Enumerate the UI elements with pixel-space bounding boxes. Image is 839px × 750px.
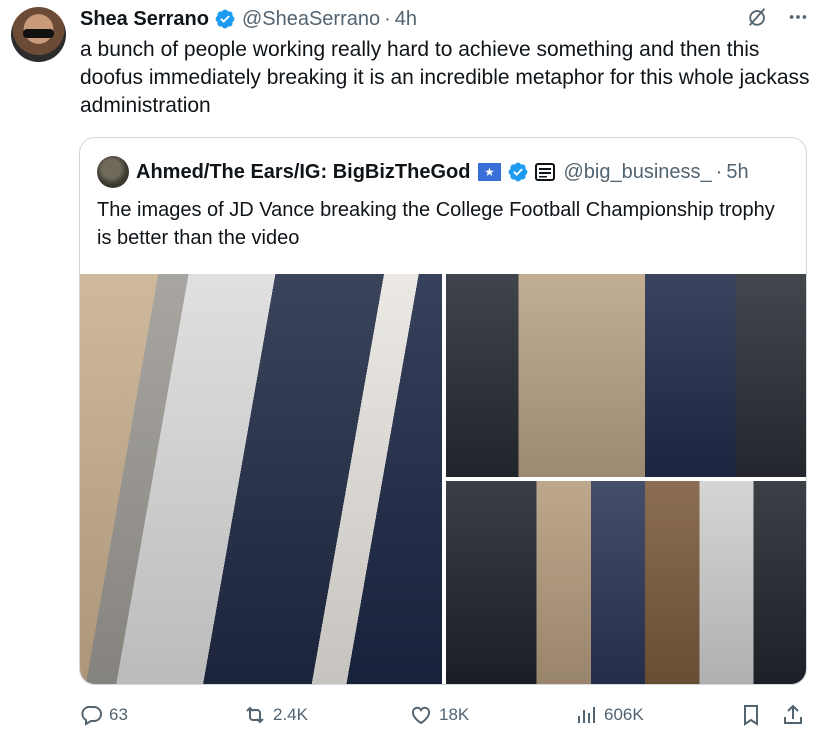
quote-author-handle[interactable]: @big_business_ [563, 161, 711, 184]
like-button[interactable]: 18K [409, 703, 469, 727]
repost-icon [246, 706, 264, 724]
tweet-text: a bunch of people working really hard to… [80, 38, 810, 117]
author-handle[interactable]: @SheaSerrano [242, 8, 380, 31]
more-icon[interactable] [787, 6, 809, 28]
repost-button[interactable]: 2.4K [243, 703, 308, 727]
reply-icon [81, 706, 102, 726]
avatar-sunglasses [23, 29, 54, 38]
verified-badge-icon[interactable] [214, 8, 236, 30]
quote-text: The images of JD Vance breaking the Coll… [97, 199, 775, 249]
separator-dot: · [715, 160, 723, 183]
quote-author-name[interactable]: Ahmed/The Ears/IG: BigBizTheGod [136, 161, 470, 184]
action-bar: 63 2.4K 18K 606K [79, 703, 809, 727]
top-right-icons [747, 6, 809, 28]
author-avatar[interactable] [11, 7, 66, 62]
tweet-header: Shea Serrano @SheaSerrano · 4h [80, 7, 417, 31]
photo-left[interactable] [80, 274, 442, 684]
like-icon [411, 706, 431, 725]
views-button[interactable]: 606K [574, 703, 644, 727]
share-button[interactable] [781, 703, 805, 727]
grok-slash-icon[interactable] [747, 6, 769, 28]
bookmark-icon [744, 705, 758, 726]
author-name[interactable]: Shea Serrano [80, 8, 209, 31]
quote-time[interactable]: 5h [726, 161, 748, 184]
quote-author-avatar[interactable] [97, 156, 129, 188]
photo-bottom-right[interactable] [446, 481, 806, 684]
bookmark-button[interactable] [739, 703, 763, 727]
views-icon [578, 707, 595, 723]
repost-count: 2.4K [273, 705, 308, 724]
like-count: 18K [439, 705, 470, 724]
photo-top-right[interactable] [446, 274, 806, 477]
reply-count: 63 [109, 705, 128, 724]
share-icon [784, 704, 802, 724]
quote-header: Ahmed/The Ears/IG: BigBizTheGod @big_bus… [97, 156, 749, 188]
affiliate-badge-icon[interactable] [535, 163, 556, 181]
views-count: 606K [604, 705, 644, 724]
reply-button[interactable]: 63 [79, 703, 128, 727]
quoted-tweet-card[interactable]: Ahmed/The Ears/IG: BigBizTheGod @big_bus… [79, 137, 807, 685]
tweet-time[interactable]: 4h [395, 8, 417, 31]
flag-icon [478, 163, 502, 181]
verified-badge-icon[interactable] [507, 161, 529, 183]
separator-dot: · [384, 7, 391, 30]
